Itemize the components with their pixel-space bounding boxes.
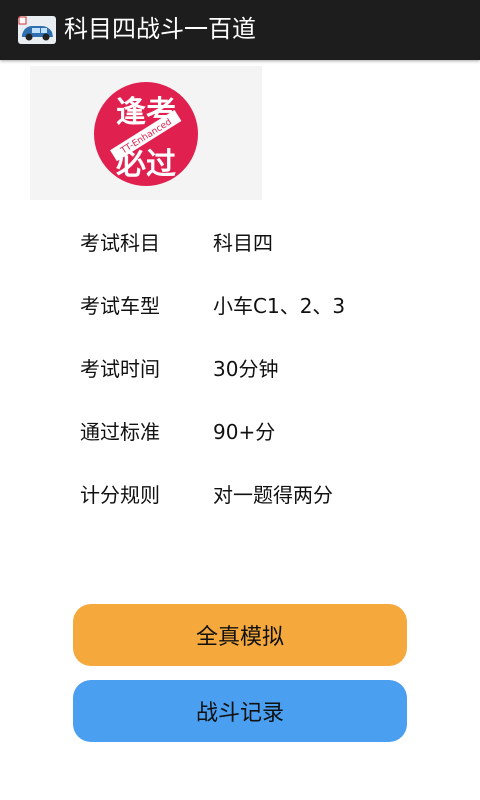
info-row-pass-standard: 通过标准 90+分: [80, 416, 440, 448]
app-bar: 科目四战斗一百道: [0, 0, 480, 60]
info-value: 对一题得两分: [213, 483, 333, 507]
info-row-duration: 考试时间 30分钟: [80, 353, 440, 385]
info-label: 考试时间: [80, 357, 160, 381]
car-icon[interactable]: [18, 16, 56, 44]
mock-exam-button[interactable]: 全真模拟: [73, 604, 407, 666]
battle-record-button[interactable]: 战斗记录: [73, 680, 407, 742]
logo-panel: 逢考 TT-Enhanced 必过: [30, 66, 262, 200]
info-row-vehicle: 考试车型 小车C1、2、3: [80, 290, 440, 322]
info-label: 考试车型: [80, 294, 160, 318]
info-label: 通过标准: [80, 420, 160, 444]
info-row-scoring: 计分规则 对一题得两分: [80, 479, 440, 511]
info-value: 30分钟: [213, 357, 279, 381]
info-value: 90+分: [213, 420, 276, 444]
info-label: 考试科目: [80, 231, 160, 255]
info-value: 科目四: [213, 231, 273, 255]
info-value: 小车C1、2、3: [213, 294, 346, 318]
exam-logo: 逢考 TT-Enhanced 必过: [94, 82, 198, 186]
logo-line2: 必过: [116, 147, 176, 182]
app-title: 科目四战斗一百道: [64, 15, 256, 43]
info-row-subject: 考试科目 科目四: [80, 227, 440, 259]
info-label: 计分规则: [80, 483, 160, 507]
